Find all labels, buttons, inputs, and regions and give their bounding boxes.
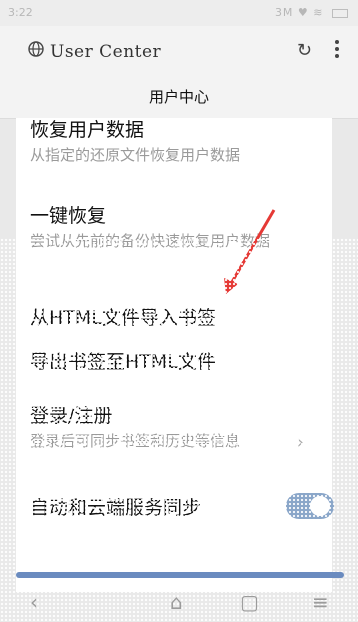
item-description: 尝试从先前的备份快速恢复用户数据 xyxy=(30,232,271,250)
refresh-icon[interactable]: ↻ xyxy=(297,40,312,61)
import-bookmarks-item[interactable]: 从HTML文件导入书签 xyxy=(30,306,322,330)
url-text[interactable]: User Center xyxy=(50,42,161,62)
page-title: 用户中心 xyxy=(148,88,209,106)
menu-icon[interactable]: ≡ xyxy=(312,590,329,614)
more-options-icon[interactable] xyxy=(334,38,340,58)
status-bar: 3:22 3M ♥ ≋ xyxy=(0,0,358,26)
item-title: 一键恢复 xyxy=(30,205,107,227)
status-right-text: 3M ♥ ≋ xyxy=(274,6,324,19)
item-title: 恢复用户数据 xyxy=(30,119,145,141)
globe-icon xyxy=(28,41,44,57)
item-title: 从HTML文件导入书签 xyxy=(30,307,216,329)
status-time: 3:22 xyxy=(8,6,33,19)
toggle-knob xyxy=(310,496,330,516)
battery-icon xyxy=(332,8,348,18)
export-bookmarks-item[interactable]: 导出书签至HTML文件 xyxy=(30,350,322,374)
bottom-nav-bar: ‹ ⌂ ▢ ≡ xyxy=(0,584,358,622)
auto-sync-item[interactable]: 自动和云端服务同步 xyxy=(30,496,322,520)
item-description: 从指定的还原文件恢复用户数据 xyxy=(30,146,241,164)
login-register-item[interactable]: 登录/注册 登录后可同步书签和历史等信息 › xyxy=(30,404,322,453)
auto-sync-toggle[interactable] xyxy=(286,493,334,519)
item-title: 自动和云端服务同步 xyxy=(30,497,202,519)
back-icon[interactable]: ‹ xyxy=(30,590,38,614)
browser-top-bar: User Center ↻ 用户中心 xyxy=(0,26,358,119)
tabs-icon[interactable]: ▢ xyxy=(240,590,259,614)
item-title: 登录/注册 xyxy=(30,405,113,427)
status-icons: 3M ♥ ≋ xyxy=(275,6,348,19)
chevron-right-icon: › xyxy=(296,432,304,453)
restore-user-data-item[interactable]: 恢复用户数据 从指定的还原文件恢复用户数据 xyxy=(30,118,322,166)
home-icon[interactable]: ⌂ xyxy=(170,590,183,614)
accent-bar xyxy=(16,572,344,578)
settings-card: 恢复用户数据 从指定的还原文件恢复用户数据 一键恢复 尝试从先前的备份快速恢复用… xyxy=(16,118,334,592)
one-click-restore-item[interactable]: 一键恢复 尝试从先前的备份快速恢复用户数据 xyxy=(30,204,322,252)
item-description: 登录后可同步书签和历史等信息 xyxy=(30,432,241,450)
item-title: 导出书签至HTML文件 xyxy=(30,351,216,373)
